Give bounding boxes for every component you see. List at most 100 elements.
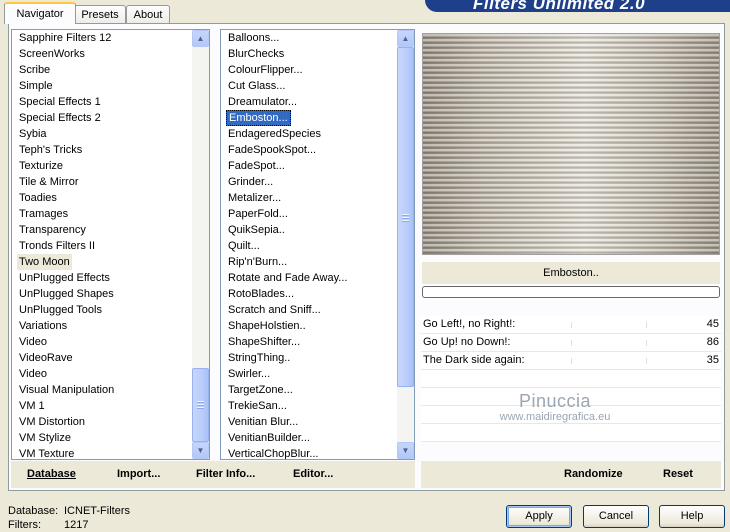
scroll-thumb[interactable]: [397, 47, 414, 387]
preview-image: [422, 33, 720, 255]
editor-button[interactable]: Editor...: [293, 468, 333, 480]
category-list[interactable]: Sapphire Filters 12 ScreenWorks Scribe Simp…: [11, 29, 210, 460]
scroll-down-icon[interactable]: ▼: [397, 442, 414, 459]
list-item[interactable]: UnPlugged Shapes: [17, 286, 116, 302]
filter-list[interactable]: Balloons... BlurChecks ColourFlipper... Cut…: [220, 29, 415, 460]
list-item[interactable]: Tronds Filters II: [17, 238, 97, 254]
param-label: The Dark side again:: [423, 354, 525, 366]
list-item[interactable]: Scratch and Sniff...: [226, 302, 323, 318]
list-item[interactable]: ScreenWorks: [17, 46, 87, 62]
param-value[interactable]: 86: [707, 336, 719, 348]
param-label: Go Up! no Down!:: [423, 336, 511, 348]
param-row[interactable]: Go Left!, no Right!: 45: [421, 316, 721, 334]
list-item[interactable]: VenitianBuilder...: [226, 430, 312, 446]
list-item[interactable]: Grinder...: [226, 174, 275, 190]
list-item[interactable]: Teph's Tricks: [17, 142, 84, 158]
list-item[interactable]: QuikSepia..: [226, 222, 287, 238]
param-label: Go Left!, no Right!:: [423, 318, 516, 330]
list-item[interactable]: UnPlugged Tools: [17, 302, 104, 318]
title-banner: Filters Unlimited 2.0: [425, 0, 730, 12]
left-toolbar: Database Import... Filter Info... Editor…: [11, 461, 415, 488]
param-row-empty: [421, 406, 721, 424]
list-item[interactable]: Metalizer...: [226, 190, 283, 206]
list-item[interactable]: Dreamulator...: [226, 94, 299, 110]
reset-button[interactable]: Reset: [663, 468, 693, 480]
list-item[interactable]: VerticalChopBlur...: [226, 446, 321, 459]
selected-filter-name: Emboston..: [422, 262, 720, 284]
list-item[interactable]: Visual Manipulation: [17, 382, 116, 398]
progress-bar: [422, 286, 720, 298]
param-row[interactable]: The Dark side again: 35: [421, 352, 721, 370]
list-item[interactable]: Toadies: [17, 190, 59, 206]
list-item[interactable]: VM Texture: [17, 446, 76, 459]
param-value[interactable]: 45: [707, 318, 719, 330]
randomize-button[interactable]: Randomize: [564, 468, 623, 480]
list-item[interactable]: RotoBlades...: [226, 286, 296, 302]
list-item[interactable]: FadeSpot...: [226, 158, 287, 174]
param-row[interactable]: Go Up! no Down!: 86: [421, 334, 721, 352]
category-scrollbar[interactable]: ▲ ▼: [192, 30, 209, 459]
list-item[interactable]: Scribe: [17, 62, 52, 78]
tab-presets[interactable]: Presets: [74, 5, 126, 24]
database-label: Database:: [8, 505, 59, 517]
right-toolbar: Randomize Reset: [421, 461, 721, 488]
filters-label: Filters:: [8, 519, 41, 531]
scroll-thumb[interactable]: [192, 368, 209, 442]
list-item[interactable]: Tile & Mirror: [17, 174, 80, 190]
tab-navigator[interactable]: Navigator: [4, 2, 76, 24]
list-item[interactable]: ColourFlipper...: [226, 62, 305, 78]
list-item[interactable]: StringThing..: [226, 350, 292, 366]
tab-about[interactable]: About: [126, 5, 170, 24]
list-item[interactable]: Video: [17, 334, 49, 350]
list-item[interactable]: Tramages: [17, 206, 70, 222]
filter-info-button[interactable]: Filter Info...: [196, 468, 255, 480]
list-item[interactable]: VM Distortion: [17, 414, 87, 430]
list-item[interactable]: Variations: [17, 318, 69, 334]
scroll-down-icon[interactable]: ▼: [192, 442, 209, 459]
list-item[interactable]: PaperFold...: [226, 206, 290, 222]
list-item[interactable]: Special Effects 2: [17, 110, 103, 126]
list-item[interactable]: Swirler...: [226, 366, 272, 382]
list-item[interactable]: Special Effects 1: [17, 94, 103, 110]
scroll-up-icon[interactable]: ▲: [397, 30, 414, 47]
scroll-up-icon[interactable]: ▲: [192, 30, 209, 47]
list-item[interactable]: Video: [17, 366, 49, 382]
param-row-empty: [421, 388, 721, 406]
param-value[interactable]: 35: [707, 354, 719, 366]
list-item[interactable]: ShapeShifter...: [226, 334, 302, 350]
list-item[interactable]: VM Stylize: [17, 430, 73, 446]
list-item[interactable]: Texturize: [17, 158, 65, 174]
list-item[interactable]: Balloons...: [226, 30, 281, 46]
list-item[interactable]: Two Moon: [17, 254, 72, 270]
list-item[interactable]: Transparency: [17, 222, 88, 238]
list-item[interactable]: Rotate and Fade Away...: [226, 270, 349, 286]
cancel-button[interactable]: Cancel: [583, 505, 649, 528]
list-item[interactable]: UnPlugged Effects: [17, 270, 112, 286]
list-item[interactable]: Venitian Blur...: [226, 414, 300, 430]
list-item[interactable]: ShapeHolstien..: [226, 318, 308, 334]
list-item[interactable]: Quilt...: [226, 238, 262, 254]
list-item[interactable]: Sapphire Filters 12: [17, 30, 113, 46]
list-item[interactable]: Cut Glass...: [226, 78, 287, 94]
list-item[interactable]: FadeSpookSpot...: [226, 142, 318, 158]
list-item[interactable]: VideoRave: [17, 350, 75, 366]
param-row-empty: [421, 370, 721, 388]
database-button[interactable]: Database: [27, 468, 76, 480]
list-item[interactable]: TargetZone...: [226, 382, 295, 398]
list-item[interactable]: Emboston...: [226, 110, 291, 126]
filters-value: 1217: [64, 519, 89, 531]
list-item[interactable]: EndageredSpecies: [226, 126, 323, 142]
database-value: ICNET-Filters: [64, 505, 130, 517]
param-row-empty: [421, 424, 721, 442]
filter-scrollbar[interactable]: ▲ ▼: [397, 30, 414, 459]
list-item[interactable]: Simple: [17, 78, 55, 94]
help-button[interactable]: Help: [659, 505, 725, 528]
list-item[interactable]: BlurChecks: [226, 46, 286, 62]
list-item[interactable]: TrekieSan...: [226, 398, 289, 414]
list-item[interactable]: Sybia: [17, 126, 49, 142]
import-button[interactable]: Import...: [117, 468, 160, 480]
apply-button[interactable]: Apply: [506, 505, 572, 528]
list-item[interactable]: Rip'n'Burn...: [226, 254, 289, 270]
list-item[interactable]: VM 1: [17, 398, 47, 414]
status-area: Database: ICNET-Filters Filters: 1217: [8, 504, 130, 532]
